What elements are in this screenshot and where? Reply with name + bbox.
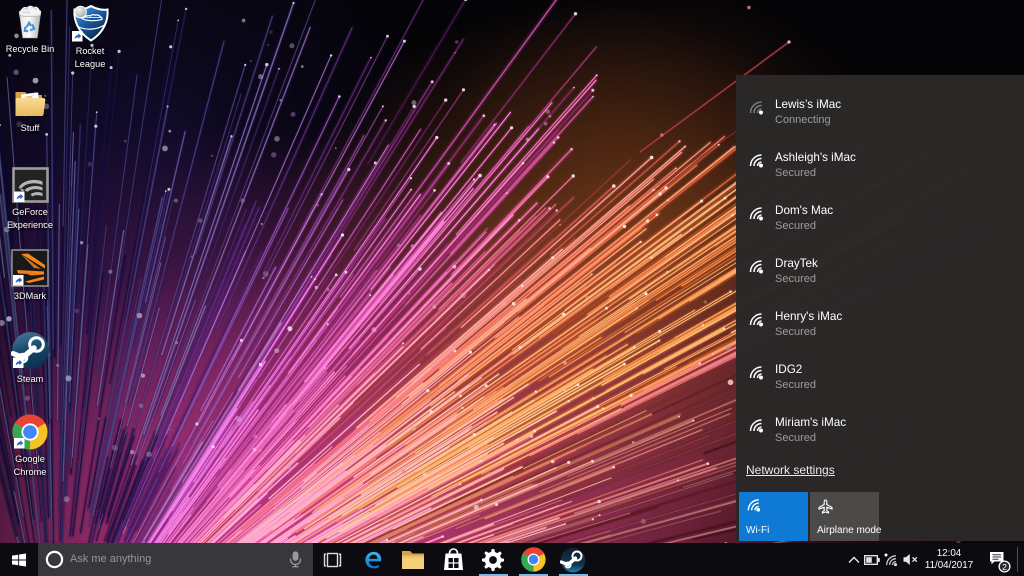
svg-text:2: 2 xyxy=(1002,562,1007,572)
